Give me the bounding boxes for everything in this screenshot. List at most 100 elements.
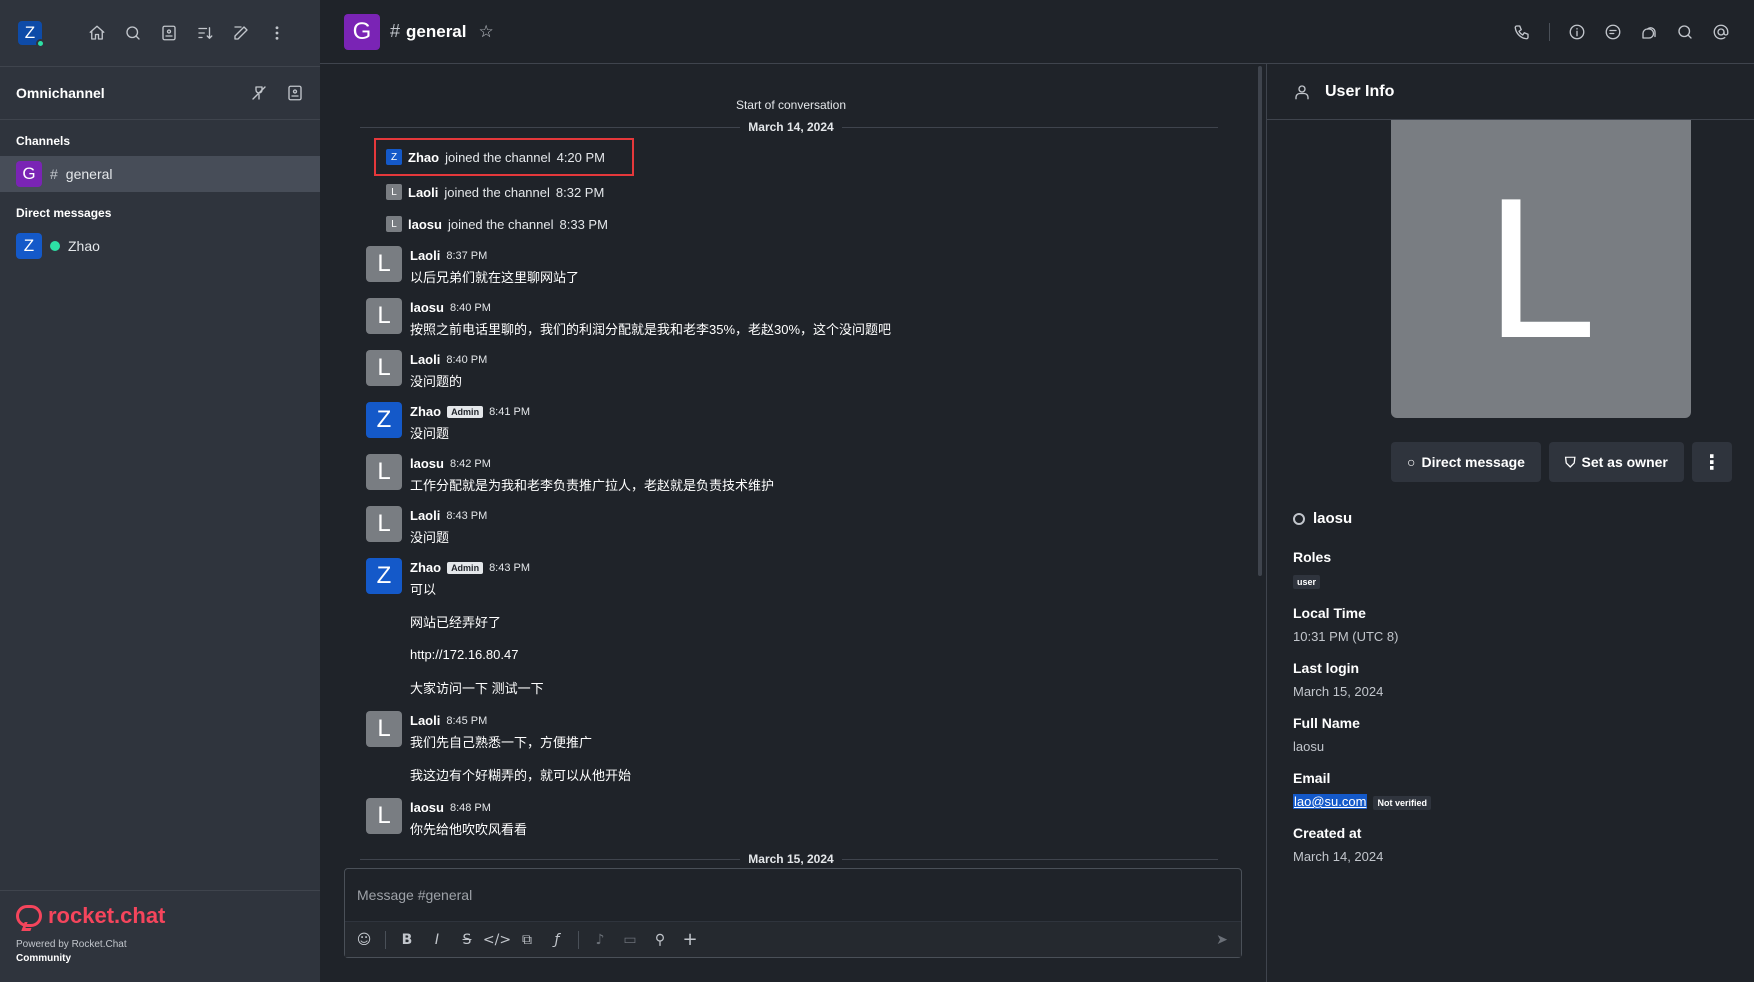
system-message-user[interactable]: laosu [408, 217, 442, 232]
message-time: 8:40 PM [449, 301, 491, 314]
omnichannel-availability-icon[interactable] [250, 84, 268, 102]
email-link[interactable]: lao@su.com [1293, 794, 1368, 809]
katex-icon[interactable]: ƒ [548, 931, 566, 949]
message-time: 8:48 PM [449, 801, 491, 814]
search-icon[interactable] [124, 24, 142, 42]
home-icon[interactable] [88, 24, 106, 42]
message-continuation[interactable]: 大家访问一下 测试一下 [340, 670, 1242, 705]
message-item[interactable]: L Laoli 8:45 PM 我们先自己熟悉一下，方便推广 [340, 705, 1242, 757]
message-item[interactable]: Z Zhao Admin 8:41 PM 没问题 [340, 396, 1242, 448]
sidebar-item-general[interactable]: G # general [0, 156, 320, 192]
mentions-icon[interactable] [1712, 23, 1730, 41]
message-username[interactable]: Laoli [410, 248, 440, 263]
attachment-icon[interactable]: ⚲ [651, 931, 669, 949]
directory-icon[interactable] [160, 24, 178, 42]
system-message-text: joined the channel [444, 184, 550, 200]
admin-badge: Admin [447, 561, 484, 574]
create-new-icon[interactable] [232, 24, 250, 42]
room-header: G # general ☆ [320, 0, 1754, 64]
user-avatar-initial: Z [24, 23, 36, 42]
mini-avatar: L [386, 184, 402, 200]
user-avatar[interactable]: Z [18, 21, 45, 48]
code-block-icon[interactable]: ⧉ [518, 931, 536, 949]
message-input[interactable]: Message #general [345, 869, 1241, 921]
system-message-user[interactable]: Zhao [408, 150, 439, 165]
date-divider: March 15, 2024 [340, 852, 1242, 866]
user-avatar-large: L [1391, 120, 1691, 418]
message-avatar[interactable]: Z [366, 558, 402, 594]
field-label: Last login [1293, 660, 1360, 676]
message-continuation[interactable]: 我这边有个好糊弄的，就可以从他开始 [340, 757, 1242, 792]
sidebar-item-zhao[interactable]: Z Zhao [0, 228, 320, 264]
message-username[interactable]: laosu [410, 300, 444, 315]
italic-icon[interactable]: I [428, 931, 446, 949]
edition-label: Community [16, 953, 71, 964]
message-item[interactable]: L laosu 8:42 PM 工作分配就是为我和老李负责推广拉人，老赵就是负责技术… [340, 448, 1242, 500]
emoji-icon[interactable]: ☺ [355, 931, 373, 949]
message-username[interactable]: Zhao [410, 404, 441, 419]
message-avatar[interactable]: Z [366, 402, 402, 438]
message-avatar[interactable]: L [366, 711, 402, 747]
message-item[interactable]: L Laoli 8:37 PM 以后兄弟们就在这里聊网站了 [340, 240, 1242, 292]
sort-icon[interactable] [196, 24, 214, 42]
message-username[interactable]: Laoli [410, 352, 440, 367]
system-message-user[interactable]: Laoli [408, 185, 438, 200]
contact-center-icon[interactable] [286, 84, 304, 102]
send-icon[interactable]: ➤ [1213, 931, 1231, 949]
not-verified-badge: Not verified [1373, 796, 1431, 810]
message-username[interactable]: laosu [410, 800, 444, 815]
brand-text: rocket.chat [48, 903, 166, 928]
message-avatar[interactable]: L [366, 298, 402, 334]
rocket-chat-mark-icon [16, 905, 42, 927]
direct-message-button[interactable]: ○ Direct message [1391, 442, 1541, 482]
room-info-icon[interactable] [1568, 23, 1586, 41]
message-item[interactable]: L Laoli 8:43 PM 没问题 [340, 500, 1242, 552]
admin-badge: Admin [447, 405, 484, 418]
call-icon[interactable] [1513, 23, 1531, 41]
message-avatar[interactable]: L [366, 246, 402, 282]
plus-icon[interactable]: + [681, 929, 699, 950]
code-icon[interactable]: </> [483, 931, 511, 949]
message-text: 按照之前电话里聊的，我们的利润分配就是我和老李35%，老赵30%，这个没问题吧 [410, 322, 892, 337]
message-username[interactable]: laosu [410, 456, 444, 471]
discussions-icon[interactable] [1640, 23, 1658, 41]
message-avatar[interactable]: L [366, 454, 402, 490]
strikethrough-icon[interactable]: S [458, 931, 476, 949]
message-avatar[interactable]: L [366, 798, 402, 834]
message-avatar[interactable]: L [366, 350, 402, 386]
sidebar-item-label: Zhao [68, 238, 100, 254]
online-status-dot [36, 39, 45, 48]
set-as-owner-button[interactable]: ⛉ Set as owner [1548, 442, 1684, 482]
room-title: # general [390, 21, 467, 42]
search-messages-icon[interactable] [1676, 23, 1694, 41]
bold-icon[interactable]: B [398, 931, 416, 949]
threads-icon[interactable] [1604, 23, 1622, 41]
system-message-highlighted[interactable]: Z Zhao joined the channel 4:20 PM [374, 138, 634, 176]
message-continuation[interactable]: 网站已经弄好了 [340, 604, 1242, 639]
omnichannel-title: Omnichannel [16, 85, 105, 101]
message-text: 没问题的 [410, 374, 463, 389]
message-item[interactable]: L laosu 8:48 PM 你先给他吹吹风看看 [340, 792, 1242, 844]
message-list: Start of conversation March 14, 2024 Z Z… [320, 64, 1262, 866]
message-avatar[interactable]: L [366, 506, 402, 542]
system-message[interactable]: L laosu joined the channel 8:33 PM [340, 208, 1242, 240]
more-actions-button[interactable]: ⋮ [1691, 442, 1732, 482]
kebab-menu-icon[interactable] [268, 24, 286, 42]
favorite-star-icon[interactable]: ☆ [479, 22, 494, 42]
message-item[interactable]: Z Zhao Admin 8:43 PM 可以 [340, 552, 1242, 604]
message-item[interactable]: L Laoli 8:40 PM 没问题的 [340, 344, 1242, 396]
message-continuation[interactable]: http://172.16.80.47 [340, 639, 1242, 670]
email-field: Email lao@su.com Not verified [1293, 770, 1734, 810]
message-item[interactable]: L laosu 8:40 PM 按照之前电话里聊的，我们的利润分配就是我和老李35%… [340, 292, 1242, 344]
video-message-icon[interactable]: ▭ [621, 931, 639, 949]
user-details: laosu Roles user Local Time 10:31 PM (UT… [1293, 510, 1734, 880]
message-username[interactable]: Zhao [410, 560, 441, 575]
channels-section-label: Channels [16, 134, 71, 148]
system-message[interactable]: L Laoli joined the channel 8:32 PM [340, 176, 1242, 208]
room-avatar[interactable]: G [344, 13, 380, 50]
message-username[interactable]: Laoli [410, 508, 440, 523]
field-value: laosu [1293, 739, 1325, 754]
microphone-icon[interactable]: ♪ [591, 931, 609, 949]
message-username[interactable]: Laoli [410, 713, 440, 728]
message-scrollbar[interactable] [1258, 66, 1262, 576]
